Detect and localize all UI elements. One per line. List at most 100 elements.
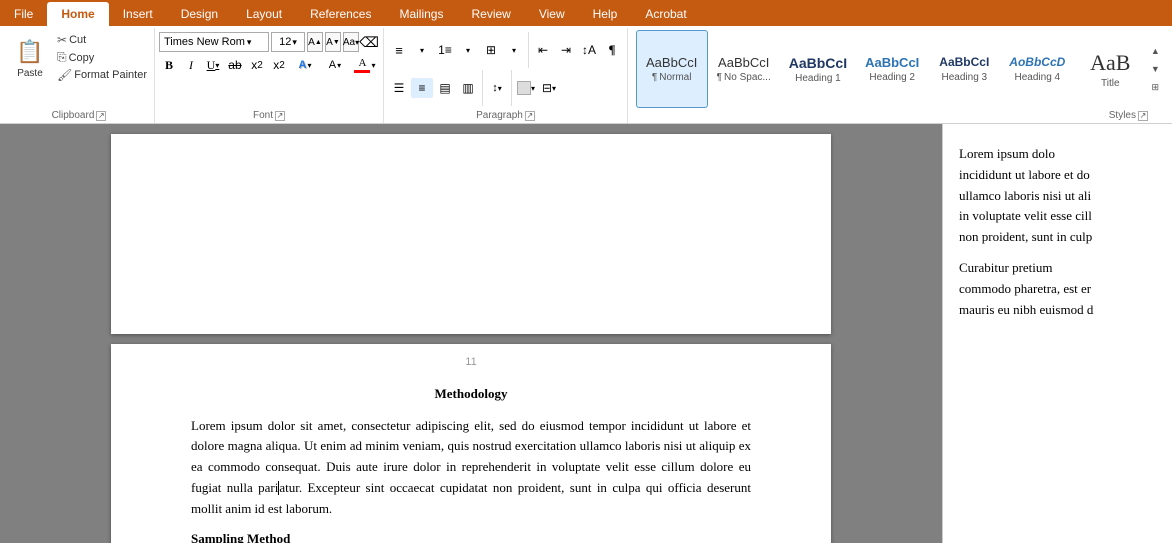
para-mark-normal: ¶ [652,72,657,83]
numbering-dropdown[interactable]: ▾ [457,40,479,60]
style-h1-label: Heading 1 [795,73,841,84]
style-heading3[interactable]: AaBbCcI Heading 3 [928,30,1000,108]
style-title[interactable]: AaB Title [1074,30,1146,108]
styles-up-button[interactable]: ▲ [1148,43,1162,59]
subscript-button[interactable]: x2 [247,55,267,75]
font-size-input[interactable]: 12 ▾ [271,32,305,52]
numbering-button[interactable]: 1≡ [434,40,456,60]
document-area: 11 Methodology Lorem ipsum dolor sit ame… [0,124,1172,543]
font-expand-icon[interactable]: ↗ [275,111,285,121]
tab-design[interactable]: Design [167,2,232,26]
styles-more-button[interactable]: ⊞ [1148,79,1162,95]
tab-help[interactable]: Help [579,2,632,26]
styles-expand-icon[interactable]: ↗ [1138,111,1148,121]
tab-layout[interactable]: Layout [232,2,296,26]
document-scroll[interactable]: 11 Methodology Lorem ipsum dolor sit ame… [0,124,942,543]
format-painter-button[interactable]: 🖌 Format Painter [54,67,150,83]
align-left-button[interactable]: ☰ [388,78,410,98]
line-spacing-button[interactable]: ↕▾ [486,78,508,98]
multilevel-button[interactable]: ⊞ [480,40,502,60]
clipboard-group-label: Clipboard [52,110,95,121]
style-h3-label: Heading 3 [942,72,988,83]
tab-view[interactable]: View [525,2,579,26]
align-right-button[interactable]: ▤ [434,78,456,98]
increase-indent-button[interactable]: ⇥ [555,40,577,60]
text-highlight-button[interactable]: A▾ [321,55,349,75]
font-name-dropdown-icon[interactable]: ▾ [247,37,252,48]
doc-para-1[interactable]: Lorem ipsum dolor sit amet, consectetur … [191,416,751,520]
justify-button[interactable]: ▥ [457,78,479,98]
font-color-button[interactable]: A ▾ [351,55,379,75]
style-no-spacing-preview: AaBbCcI [718,55,769,72]
doc-heading: Methodology [191,384,751,404]
shading-button[interactable]: ▾ [515,78,537,98]
bold-button[interactable]: B [159,55,179,75]
format-painter-label: Format Painter [74,69,147,81]
bullets-button[interactable]: ≡ [388,40,410,60]
style-heading1[interactable]: AaBbCcI Heading 1 [780,30,856,108]
paste-label: Paste [17,68,43,79]
tab-acrobat[interactable]: Acrobat [631,2,700,26]
clear-formatting-button[interactable]: ⌫ [361,32,377,52]
font-size-value: 12 [279,36,291,48]
main-page[interactable]: 11 Methodology Lorem ipsum dolor sit ame… [111,344,831,543]
ribbon-body: 📋 Paste ✂ Cut ⎘ Copy 🖌 Format Painter [0,26,1172,124]
style-normal[interactable]: AaBbCcI ¶ Normal [636,30,708,108]
tab-file[interactable]: File [0,2,47,26]
font-group: Times New Rom ▾ 12 ▾ A▲ A▼ Aa▾ ⌫ B I [155,28,384,123]
tab-mailings[interactable]: Mailings [385,2,457,26]
para-separator-3 [511,70,512,106]
para-expand-icon[interactable]: ↗ [525,111,535,121]
paste-button[interactable]: 📋 Paste [8,30,52,84]
tab-review[interactable]: Review [457,2,524,26]
styles-group: AaBbCcI ¶ Normal AaBbCcI ¶ No Spac... [628,28,1172,123]
align-center-button[interactable]: ≡ [411,78,433,98]
font-size-dropdown-icon[interactable]: ▾ [292,37,297,48]
style-normal-label: Normal [659,72,691,83]
italic-button[interactable]: I [181,55,201,75]
style-h2-label: Heading 2 [869,72,915,83]
style-h1-preview: AaBbCcI [789,54,847,72]
bullets-dropdown[interactable]: ▾ [411,40,433,60]
strikethrough-button[interactable]: ab [225,55,245,75]
copy-icon: ⎘ [57,50,67,65]
para-mark-no-spacing: ¶ [717,72,722,83]
doc-subheading-1: Sampling Method [191,529,751,543]
borders-button[interactable]: ⊟▾ [538,78,560,98]
paragraph-group: ≡ ▾ 1≡ ▾ ⊞ ▾ ⇤ ⇥ [384,28,628,123]
cut-icon: ✂ [57,33,67,47]
underline-button[interactable]: U ▾ [203,55,223,75]
style-h4-label: Heading 4 [1015,72,1061,83]
tab-insert[interactable]: Insert [109,2,167,26]
show-formatting-button[interactable]: ¶ [601,40,623,60]
sort-button[interactable]: ↕A [578,40,600,60]
style-heading2[interactable]: AaBbCcI Heading 2 [856,30,928,108]
multilevel-dropdown[interactable]: ▾ [503,40,525,60]
right-para-1: Lorem ipsum dolo incididunt ut labore et… [959,144,1156,248]
clipboard-expand-icon[interactable]: ↗ [96,111,106,121]
font-name-value: Times New Rom [164,36,245,48]
superscript-button[interactable]: x2 [269,55,289,75]
style-title-label: Title [1101,78,1120,89]
style-normal-preview: AaBbCcI [646,55,697,72]
styles-down-button[interactable]: ▼ [1148,61,1162,77]
font-size-increase-button[interactable]: A▲ [307,32,323,52]
style-title-preview: AaB [1090,49,1130,78]
style-no-spacing-label: No Spac... [724,72,771,83]
para-row-2: ☰ ≡ ▤ ▥ ↕▾ [388,70,560,106]
style-heading4[interactable]: AoBbCcD Heading 4 [1000,30,1074,108]
tab-references[interactable]: References [296,2,385,26]
font-name-input[interactable]: Times New Rom ▾ [159,32,269,52]
ribbon: File Home Insert Design Layout Reference… [0,0,1172,124]
text-effects-button[interactable]: A▾ [291,55,319,75]
clipboard-group: 📋 Paste ✂ Cut ⎘ Copy 🖌 Format Painter [4,28,155,123]
font-size-decrease-button[interactable]: A▼ [325,32,341,52]
tab-bar: File Home Insert Design Layout Reference… [0,0,1172,26]
format-painter-icon: 🖌 [57,68,72,82]
cut-button[interactable]: ✂ Cut [54,32,150,48]
tab-home[interactable]: Home [47,2,108,26]
copy-button[interactable]: ⎘ Copy [54,49,150,66]
style-no-spacing[interactable]: AaBbCcI ¶ No Spac... [708,30,780,108]
decrease-indent-button[interactable]: ⇤ [532,40,554,60]
change-case-button[interactable]: Aa▾ [343,32,359,52]
